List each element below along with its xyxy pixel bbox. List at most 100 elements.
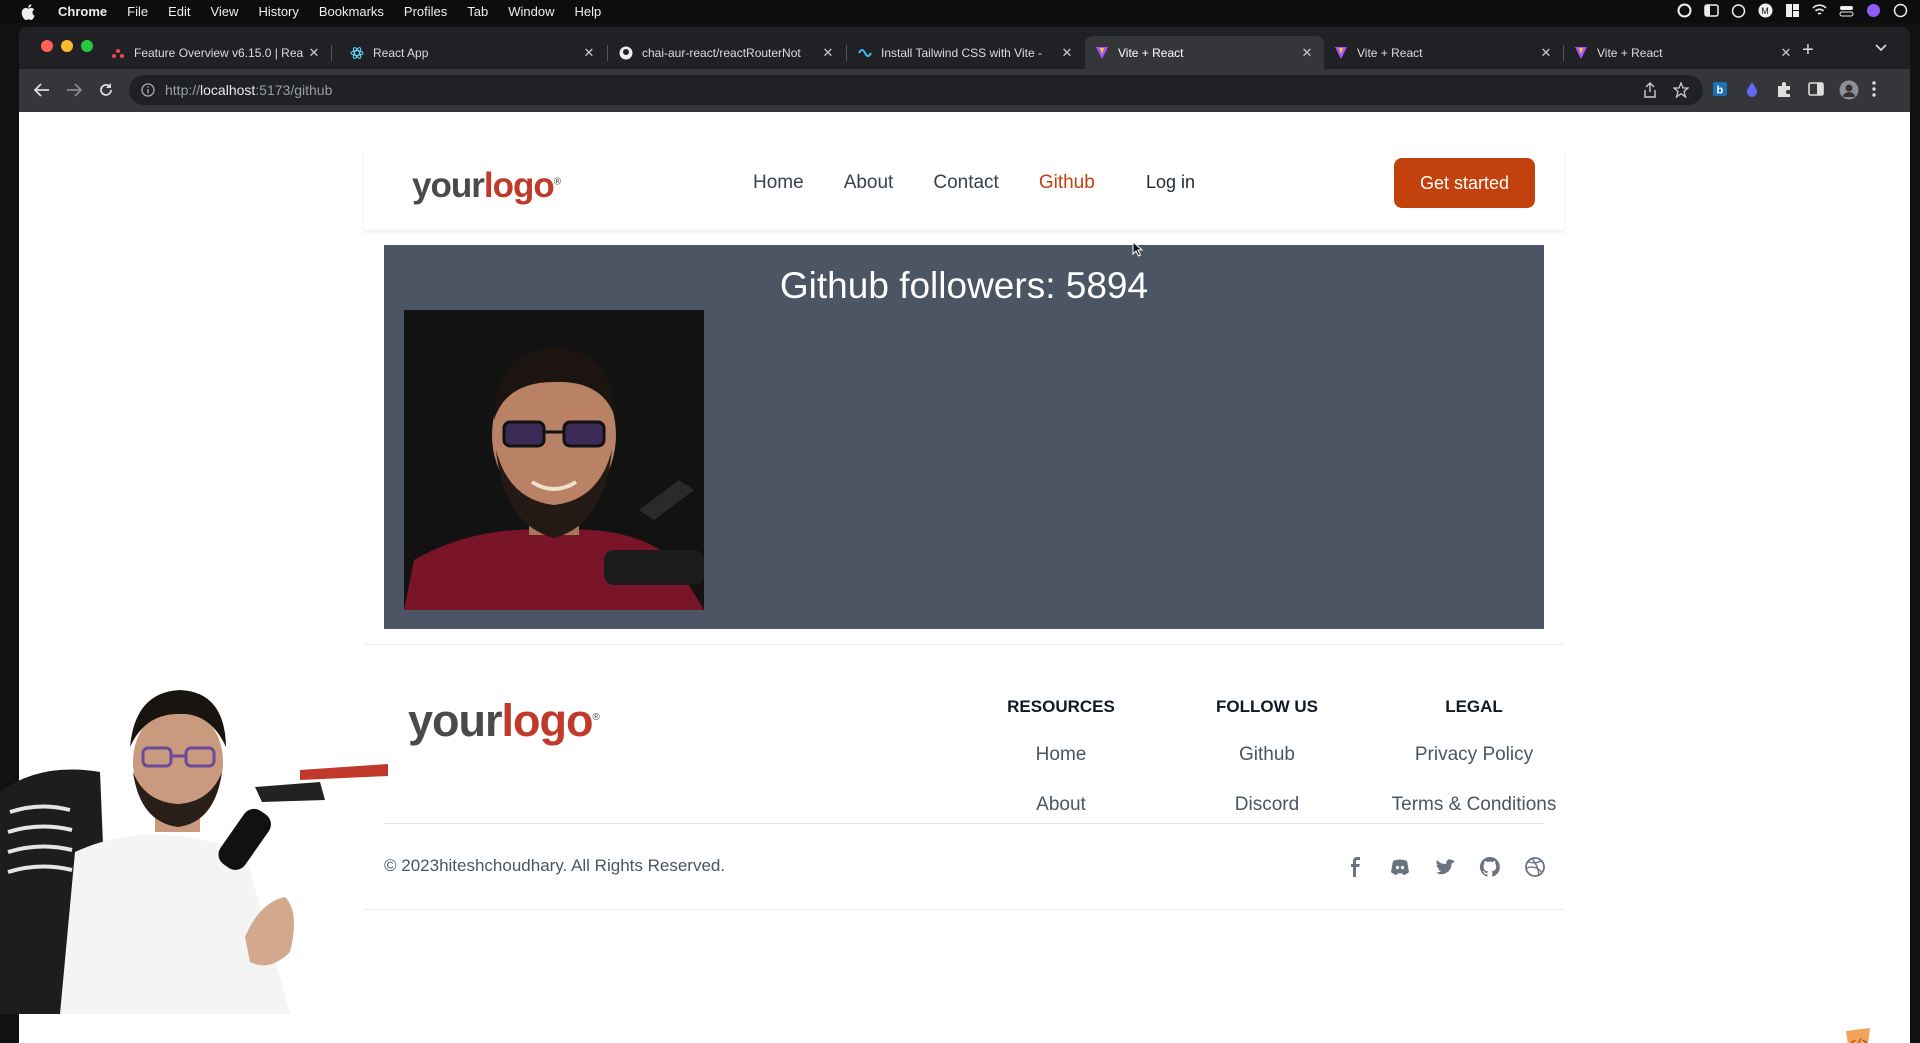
- footer-divider: [384, 823, 1544, 824]
- github-icon[interactable]: [1479, 856, 1501, 878]
- vite-icon: [1095, 46, 1109, 60]
- footer-follow-column: FOLLOW US Github Discord: [1187, 697, 1347, 817]
- menu-edit[interactable]: Edit: [168, 4, 190, 19]
- tab-strip: Feature Overview v6.15.0 | Rea ✕ React A…: [19, 27, 1910, 69]
- vite-icon: [1334, 46, 1348, 60]
- new-tab-button[interactable]: +: [1798, 39, 1818, 62]
- footer-link-terms[interactable]: Terms & Conditions: [1369, 794, 1579, 816]
- footer-follow-heading: FOLLOW US: [1216, 697, 1318, 716]
- menu-profiles[interactable]: Profiles: [404, 4, 447, 19]
- profile-avatar[interactable]: [1839, 80, 1859, 100]
- tab-github-repo[interactable]: chai-aur-react/reactRouterNot ✕: [609, 36, 845, 69]
- tab-search-chevron-icon[interactable]: [1875, 41, 1887, 55]
- tab-title: Install Tailwind CSS with Vite -: [881, 45, 1042, 60]
- extension-b-icon[interactable]: b: [1711, 80, 1729, 98]
- footer-link-about[interactable]: About: [981, 794, 1141, 816]
- footer-link-discord[interactable]: Discord: [1187, 794, 1347, 816]
- status-app-icon[interactable]: [1677, 3, 1692, 18]
- sidebar-toggle-icon[interactable]: [1704, 3, 1719, 18]
- side-panel-icon[interactable]: [1807, 80, 1825, 98]
- tab-divider: [607, 45, 608, 61]
- tab-feature-overview[interactable]: Feature Overview v6.15.0 | Rea ✕: [101, 36, 331, 69]
- footer-divider: [364, 644, 1564, 645]
- nav-contact[interactable]: Contact: [933, 172, 998, 194]
- zoom-window-button[interactable]: [81, 40, 93, 52]
- status-tray: M: [1677, 3, 1908, 18]
- forward-arrow-icon[interactable]: [64, 80, 84, 100]
- grid-app-icon[interactable]: [1785, 3, 1800, 18]
- control-center-icon[interactable]: [1839, 3, 1854, 18]
- nav-about[interactable]: About: [844, 172, 894, 194]
- get-started-button[interactable]: Get started: [1394, 158, 1535, 208]
- back-arrow-icon[interactable]: [32, 80, 52, 100]
- nav-home[interactable]: Home: [753, 172, 804, 194]
- address-bar[interactable]: http://localhost:5173/github: [129, 75, 1703, 105]
- dribbble-icon[interactable]: [1524, 856, 1546, 878]
- window-controls: [41, 40, 93, 52]
- share-icon[interactable]: [1643, 82, 1657, 103]
- discord-icon[interactable]: [1389, 856, 1411, 878]
- close-tab-icon[interactable]: ✕: [821, 45, 835, 61]
- site-header: yourlogo® Home About Contact Github Log …: [364, 148, 1564, 230]
- tab-vite-react-active[interactable]: Vite + React ✕: [1085, 36, 1324, 69]
- logo-word-logo: logo: [483, 166, 555, 205]
- footer-logo[interactable]: yourlogo®: [408, 695, 600, 747]
- tab-tailwind-install[interactable]: Install Tailwind CSS with Vite - ✕: [848, 36, 1084, 69]
- reload-icon[interactable]: [96, 80, 116, 100]
- bookmark-star-icon[interactable]: [1672, 81, 1690, 103]
- menu-window[interactable]: Window: [508, 4, 554, 19]
- menu-file[interactable]: File: [127, 4, 148, 19]
- macos-menu-bar: Chrome File Edit View History Bookmarks …: [0, 0, 1920, 23]
- header-logo[interactable]: yourlogo®: [412, 166, 561, 206]
- tab-vite-react[interactable]: Vite + React ✕: [1564, 36, 1803, 69]
- close-tab-icon[interactable]: ✕: [1779, 45, 1793, 61]
- close-tab-icon[interactable]: ✕: [1539, 45, 1553, 61]
- facebook-icon[interactable]: [1344, 856, 1366, 878]
- extension-drop-icon[interactable]: [1743, 80, 1761, 98]
- menu-bookmarks[interactable]: Bookmarks: [319, 4, 384, 19]
- svg-text:</>: </>: [1851, 1038, 1867, 1043]
- social-links: [1344, 856, 1546, 878]
- close-tab-icon[interactable]: ✕: [1300, 45, 1314, 61]
- close-window-button[interactable]: [41, 40, 53, 52]
- svg-text:b: b: [1717, 85, 1724, 97]
- close-tab-icon[interactable]: ✕: [1060, 45, 1074, 61]
- tab-title: Vite + React: [1357, 45, 1423, 60]
- siri-icon[interactable]: [1866, 3, 1881, 18]
- m-app-icon[interactable]: M: [1758, 3, 1773, 18]
- svg-text:M: M: [1761, 6, 1769, 16]
- menu-help[interactable]: Help: [575, 4, 602, 19]
- apple-icon[interactable]: [20, 3, 36, 20]
- creative-cloud-icon[interactable]: [1731, 3, 1746, 18]
- menu-history[interactable]: History: [258, 4, 298, 19]
- omnibox-actions: [1643, 81, 1690, 103]
- url-path: :5173/github: [255, 82, 333, 98]
- minimize-window-button[interactable]: [61, 40, 73, 52]
- tab-title: chai-aur-react/reactRouterNot: [642, 45, 801, 60]
- clock-icon[interactable]: [1893, 3, 1908, 18]
- menu-tab[interactable]: Tab: [467, 4, 488, 19]
- tab-react-app[interactable]: React App ✕: [340, 36, 606, 69]
- browser-menu-icon[interactable]: [1871, 80, 1889, 98]
- logo-word-your: your: [408, 695, 503, 746]
- tab-title: Vite + React: [1118, 45, 1184, 60]
- footer-divider: [364, 909, 1564, 910]
- extensions-puzzle-icon[interactable]: [1775, 80, 1793, 98]
- url-text[interactable]: http://localhost:5173/github: [165, 82, 332, 98]
- menu-view[interactable]: View: [210, 4, 238, 19]
- tab-vite-react[interactable]: Vite + React ✕: [1324, 36, 1563, 69]
- site-info-icon[interactable]: [141, 83, 155, 97]
- wifi-icon[interactable]: [1812, 3, 1827, 18]
- close-tab-icon[interactable]: ✕: [307, 45, 321, 61]
- menu-app-name[interactable]: Chrome: [58, 4, 107, 19]
- close-tab-icon[interactable]: ✕: [582, 45, 596, 61]
- footer-link-github[interactable]: Github: [1187, 744, 1347, 766]
- nav-github[interactable]: Github: [1039, 172, 1095, 194]
- react-router-icon: [111, 46, 125, 60]
- footer-link-privacy[interactable]: Privacy Policy: [1369, 744, 1579, 766]
- login-link[interactable]: Log in: [1146, 172, 1195, 193]
- footer-link-home[interactable]: Home: [981, 744, 1141, 766]
- url-scheme: http://: [165, 82, 201, 98]
- twitter-icon[interactable]: [1434, 856, 1456, 878]
- github-followers-heading: Github followers: 5894: [779, 265, 1149, 306]
